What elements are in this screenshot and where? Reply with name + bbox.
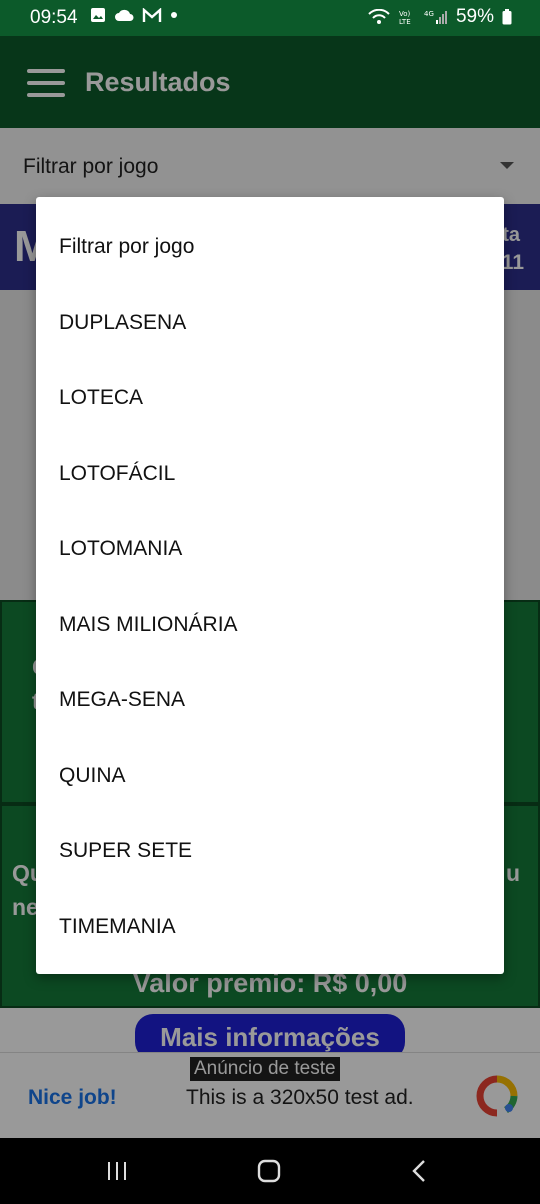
dropdown-option-timemania[interactable]: TIMEMANIA — [36, 889, 504, 964]
game-filter-dropdown: Filtrar por jogo DUPLASENA LOTECA LOTOFÁ… — [36, 197, 504, 974]
wifi-icon — [368, 9, 390, 24]
home-icon[interactable] — [257, 1159, 281, 1183]
dropdown-option-quina[interactable]: QUINA — [36, 738, 504, 813]
gmail-icon — [142, 7, 162, 22]
dropdown-option-filtrar[interactable]: Filtrar por jogo — [36, 209, 504, 284]
signal-icon: 4G — [424, 10, 447, 24]
recent-apps-icon[interactable] — [106, 1160, 128, 1182]
svg-text:LTE: LTE — [399, 18, 411, 26]
dropdown-option-lotofacil[interactable]: LOTOFÁCIL — [36, 436, 504, 511]
back-icon[interactable] — [410, 1159, 428, 1183]
dot-icon — [171, 12, 177, 18]
volte-icon: Vo)LTE — [399, 10, 411, 26]
svg-text:Vo): Vo) — [399, 10, 411, 18]
status-bar: 09:54 Vo) LTE 4G 59% — [0, 0, 540, 36]
dropdown-option-mais-milionaria[interactable]: MAIS MILIONÁRIA — [36, 587, 504, 662]
dropdown-option-mega-sena[interactable]: MEGA-SENA — [36, 662, 504, 737]
status-time: 09:54 — [30, 7, 78, 28]
notification-icons — [90, 7, 178, 23]
dropdown-option-super-sete[interactable]: SUPER SETE — [36, 813, 504, 888]
dropdown-option-lotomania[interactable]: LOTOMANIA — [36, 511, 504, 586]
cloud-icon — [115, 9, 134, 21]
dropdown-option-duplasena[interactable]: DUPLASENA — [36, 285, 504, 360]
svg-text:4G: 4G — [424, 10, 434, 18]
system-icons: Vo) LTE 4G 59% — [368, 6, 512, 28]
image-icon — [91, 8, 105, 22]
battery-level: 59% — [455, 6, 494, 27]
dropdown-option-loteca[interactable]: LOTECA — [36, 360, 504, 435]
navigation-bar — [0, 1138, 540, 1204]
battery-icon — [502, 9, 512, 25]
